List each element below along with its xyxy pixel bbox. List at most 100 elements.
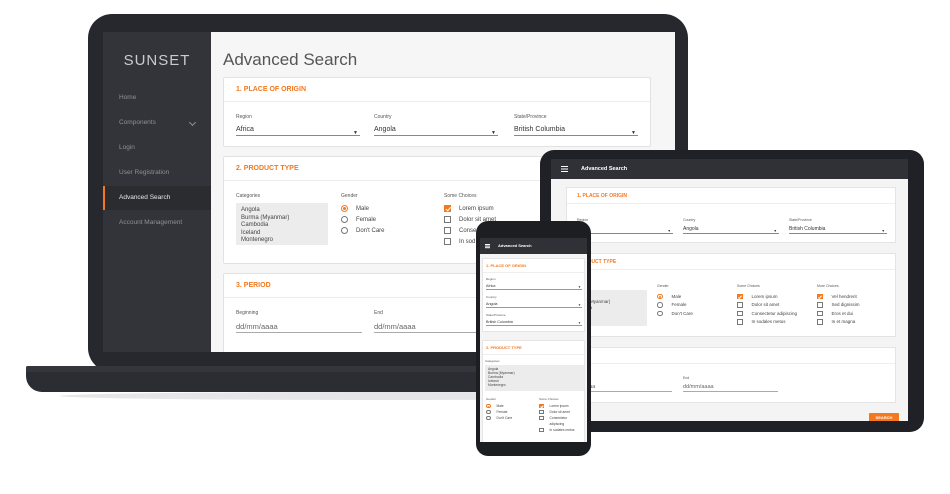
checkbox-sodales[interactable]: In sodales metus: [737, 318, 797, 327]
checkbox-sed[interactable]: Sed dignissim: [817, 301, 860, 310]
gender-option-dont-care[interactable]: Don't Care: [486, 415, 512, 421]
region-select[interactable]: Africa ▼: [486, 283, 582, 290]
radio-icon[interactable]: [657, 302, 663, 308]
radio-icon[interactable]: [486, 415, 491, 421]
country-label: Country: [683, 218, 696, 222]
checkbox-eros[interactable]: Eros et dui: [817, 309, 860, 318]
tablet-more-choices-field: More Choices Vel hendrerit Sed dignissim…: [817, 284, 860, 326]
region-label: Region: [236, 114, 252, 120]
phone-country-field: Country Angola ▼: [486, 295, 582, 308]
checkbox-icon[interactable]: [817, 310, 823, 316]
state-select[interactable]: British Columbia ▼: [486, 319, 582, 326]
gender-option-male[interactable]: Male: [657, 292, 693, 301]
tablet-card-period: RIOD ning m/aaaa End dd/mm/aaaa: [566, 347, 896, 403]
checkbox-checked-icon[interactable]: [737, 293, 743, 299]
state-select[interactable]: British Columbia ▼: [789, 225, 887, 234]
gender-option-female[interactable]: Female: [341, 214, 385, 225]
sidebar-item-home[interactable]: Home: [103, 86, 211, 110]
beginning-date-input[interactable]: m/aaaa: [577, 383, 672, 392]
phone-region-field: Region Africa ▼: [486, 277, 582, 290]
hamburger-menu-icon[interactable]: [485, 244, 490, 245]
checkbox-icon[interactable]: [539, 415, 544, 421]
checkbox-consectetur[interactable]: Consectetur adipiscing: [737, 309, 797, 318]
checkbox-icon[interactable]: [539, 409, 544, 415]
more-choices-label: More Choices: [817, 284, 839, 288]
checkbox-icon[interactable]: [539, 427, 544, 433]
checkbox-checked-icon[interactable]: [444, 205, 451, 212]
radio-icon[interactable]: [657, 310, 663, 316]
radio-icon[interactable]: [341, 216, 348, 223]
checkbox-dolor[interactable]: Dolor sit amet: [737, 301, 797, 310]
checkbox-vel[interactable]: Vel hendrerit: [817, 292, 860, 301]
checkbox-lorem[interactable]: Lorem ipsum: [737, 292, 797, 301]
some-choices-label: Some Choices: [444, 193, 477, 199]
checkbox-icon[interactable]: [444, 238, 451, 245]
checkbox-icon[interactable]: [737, 302, 743, 308]
list-item[interactable]: Cambodia: [241, 222, 323, 230]
search-button[interactable]: SEARCH: [869, 413, 899, 421]
categories-listbox[interactable]: Angola Burma (Myanmar) Cambodia Iceland …: [236, 203, 328, 245]
beginning-date-input[interactable]: dd/mm/aaaa: [236, 320, 362, 333]
checkbox-icon[interactable]: [737, 310, 743, 316]
phone-categories-listbox[interactable]: Angola Burma (Myanmar) Cambodia Iceland …: [485, 365, 584, 391]
country-select[interactable]: Angola ▼: [683, 225, 779, 234]
list-item[interactable]: Iceland: [241, 230, 323, 238]
checkbox-icon[interactable]: [444, 216, 451, 223]
list-item[interactable]: Montenegro: [241, 237, 323, 245]
dropdown-arrow-icon: ▼: [578, 284, 581, 289]
hamburger-menu-icon[interactable]: [561, 166, 568, 167]
region-select[interactable]: Africa ▼: [236, 124, 360, 136]
gender-option-male[interactable]: Male: [341, 203, 385, 214]
card-title: 1. PLACE OF ORIGIN: [567, 188, 895, 204]
list-item[interactable]: Montenegro: [488, 383, 581, 387]
country-label: Country: [486, 295, 497, 299]
state-select[interactable]: British Columbia ▼: [514, 124, 638, 136]
phone-gender-field: Gender Male Female Don't Care: [486, 397, 512, 421]
gender-option-dont-care[interactable]: Don't Care: [657, 309, 693, 318]
checkbox-icon[interactable]: [737, 319, 743, 325]
checkbox-icon[interactable]: [817, 302, 823, 308]
checkbox-icon[interactable]: [817, 319, 823, 325]
categories-field: Categories Angola Burma (Myanmar) Cambod…: [236, 193, 328, 245]
list-item[interactable]: Angola: [241, 207, 323, 215]
phone-top-bar: Advanced Search: [480, 238, 587, 254]
checkbox-checked-icon[interactable]: [817, 293, 823, 299]
sidebar-item-login[interactable]: Login: [103, 136, 211, 160]
radio-icon[interactable]: [486, 409, 491, 415]
country-select[interactable]: Angola ▼: [486, 301, 582, 308]
region-select[interactable]: ca▼: [577, 225, 673, 234]
sidebar-item-user-registration[interactable]: User Registration: [103, 161, 211, 185]
radio-selected-icon[interactable]: [486, 403, 491, 409]
brand-logo: SUNSET: [123, 52, 191, 69]
radio-selected-icon[interactable]: [657, 293, 663, 299]
tablet-page-title: Advanced Search: [581, 166, 628, 172]
sidebar-item-account-management[interactable]: Account Management: [103, 211, 211, 235]
country-select[interactable]: Angola ▼: [374, 124, 498, 136]
state-label: State/Province: [514, 114, 547, 120]
state-label: State/Province: [789, 218, 812, 222]
dropdown-arrow-icon: ▼: [353, 130, 358, 136]
dropdown-arrow-icon: ▼: [773, 229, 777, 233]
list-item[interactable]: Burma (Myanmar): [241, 215, 323, 223]
checkbox-checked-icon[interactable]: [539, 403, 544, 409]
dropdown-arrow-icon: ▼: [631, 130, 636, 136]
checkbox-lorem[interactable]: Lorem ipsum: [444, 203, 534, 214]
gender-option-dont-care[interactable]: Don't Care: [341, 225, 385, 236]
checkbox-icon[interactable]: [444, 227, 451, 234]
end-date-input[interactable]: dd/mm/aaaa: [683, 383, 778, 392]
radio-selected-icon[interactable]: [341, 205, 348, 212]
gender-option-female[interactable]: Female: [657, 301, 693, 310]
tablet-gender-field: Gender Male Female Don't Care: [657, 284, 693, 318]
card-place-of-origin: 1. PLACE OF ORIGIN Region Africa ▼ Countr…: [223, 77, 651, 147]
card-title: 2. PRODUCT TYPE: [483, 341, 584, 355]
some-choices-label: Some Choices: [737, 284, 760, 288]
gender-label: Gender: [657, 284, 669, 288]
sidebar-item-components[interactable]: Components: [103, 111, 211, 135]
sidebar-item-advanced-search[interactable]: Advanced Search: [103, 186, 211, 210]
card-title: 1. PLACE OF ORIGIN: [224, 78, 650, 102]
dropdown-arrow-icon: ▼: [578, 302, 581, 307]
checkbox-sodales[interactable]: In sodales metus: [539, 427, 574, 433]
phone-categories-field: Categories Angola Burma (Myanmar) Cambod…: [485, 359, 584, 391]
radio-icon[interactable]: [341, 227, 348, 234]
checkbox-in-et-magna[interactable]: In et magna: [817, 318, 860, 327]
